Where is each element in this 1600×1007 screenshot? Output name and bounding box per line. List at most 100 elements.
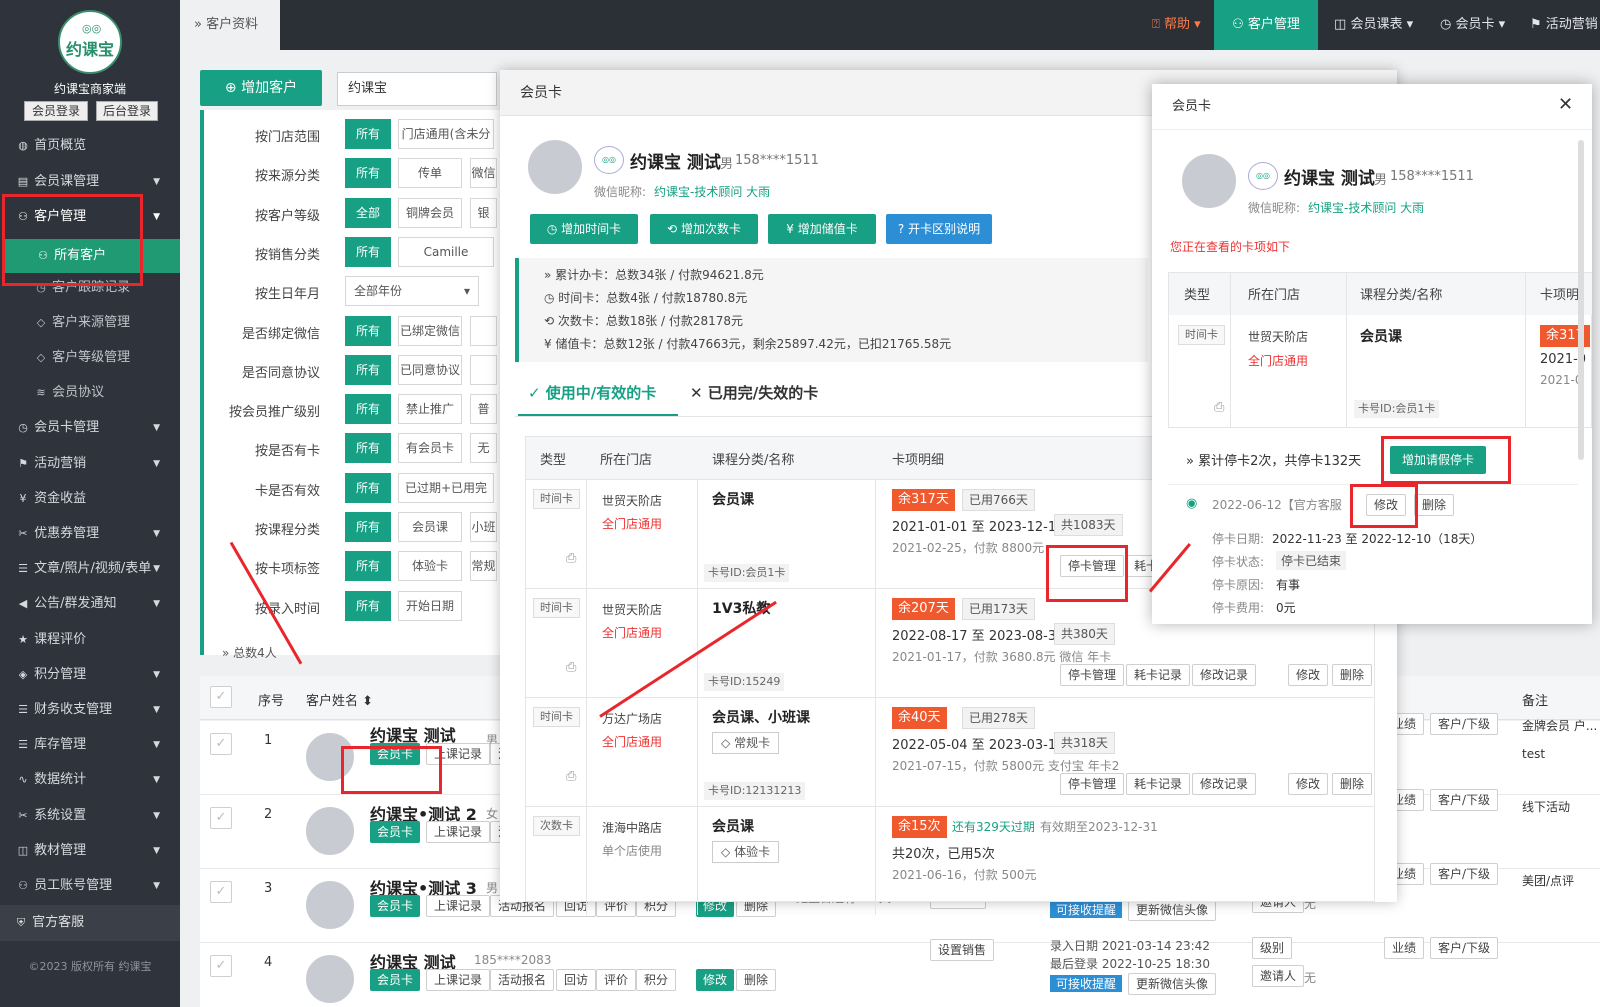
col-name[interactable]: 客户姓名 ⬍ [306, 690, 373, 709]
filter-option[interactable]: 有会员卡 [398, 433, 462, 464]
modal2-scrollbar[interactable] [1578, 140, 1584, 460]
card-action-1[interactable]: 耗卡记录 [1126, 773, 1191, 795]
filter-option[interactable]: 小班 [470, 512, 497, 542]
sidebar-item-20[interactable]: ◫ 教材管理 ▼ [0, 833, 180, 869]
row-action-1[interactable]: 上课记录 [426, 821, 491, 843]
customer-mgmt-menu[interactable]: ⚇ 客户管理 [1214, 0, 1318, 50]
sidebar-item-10[interactable]: ¥ 资金收益 [0, 481, 180, 517]
row-checkbox[interactable]: ✓ [210, 881, 232, 903]
filter-all-button[interactable]: 所有 [345, 512, 391, 542]
filter-option[interactable]: 已同意协议 [398, 354, 462, 385]
sidebar-item-official-support[interactable]: ⛨ 官方客服 [0, 905, 180, 941]
card-edit-button[interactable]: 修改 [1288, 664, 1329, 686]
card-action-1[interactable]: 耗卡记 [1126, 555, 1154, 577]
card-action-2[interactable]: 修改记录 [1192, 773, 1257, 795]
sidebar-item-18[interactable]: ∿ 数据统计 ▼ [0, 762, 180, 798]
add-count-card-button[interactable]: ⟲ 增加次数卡 [650, 214, 758, 244]
close-icon[interactable]: ✕ [1558, 94, 1573, 115]
card-delete-button[interactable]: 删除 [1332, 664, 1373, 686]
row-action-5[interactable]: 积分 [636, 969, 677, 991]
sidebar-item-13[interactable]: ◀ 公告/群发通知 ▼ [0, 586, 180, 622]
print-icon[interactable]: ⎙ [566, 551, 576, 566]
breadcrumb[interactable]: » 客户资料 [180, 0, 280, 50]
filter-option[interactable]: 微信 [470, 158, 497, 189]
row-checkbox[interactable]: ✓ [210, 807, 232, 829]
card-action-2[interactable]: 修改记录 [1192, 664, 1257, 686]
sidebar-item-19[interactable]: ✂ 系统设置 ▼ [0, 798, 180, 834]
sidebar-item-21[interactable]: ⚇ 员工账号管理 ▼ [0, 868, 180, 904]
stop-record-delete-button[interactable]: 删除 [1414, 494, 1455, 516]
card-edit-button[interactable]: 修改 [1288, 773, 1329, 795]
filter-option[interactable]: 已过期+已用完 [398, 472, 494, 503]
card-action-0[interactable]: 停卡管理 [1060, 664, 1125, 686]
record-radio[interactable]: ◉ [1186, 496, 1197, 511]
row-subordinate-button[interactable]: 客户/下级 [1430, 789, 1499, 811]
member-login-button[interactable]: 会员登录 [24, 101, 88, 121]
filter-option[interactable]: 体验卡 [398, 551, 462, 582]
search-input[interactable]: 约课宝 [337, 72, 497, 106]
filter-all-button[interactable]: 所有 [345, 551, 391, 582]
filter-all-button[interactable]: 全部 [345, 197, 391, 228]
row-set-sales-button[interactable]: 设置销售 [930, 939, 995, 961]
row-action-2[interactable]: 活动报名 [490, 969, 555, 991]
tab-active-cards[interactable]: ✓ 使用中/有效的卡 [518, 382, 678, 416]
row-action-3[interactable]: 回访 [556, 969, 597, 991]
filter-option[interactable] [470, 354, 497, 385]
filter-option[interactable]: 铜牌会员 [398, 197, 462, 228]
row-inviter[interactable]: 邀请人 [1252, 965, 1305, 987]
filter-option[interactable]: Camille [398, 236, 494, 267]
select-all-checkbox[interactable]: ✓ [210, 686, 232, 708]
row-update-avatar-button[interactable]: 更新微信头像 [1128, 973, 1217, 995]
filter-all-button[interactable]: 所有 [345, 236, 391, 267]
row-action-6[interactable]: 修改 [696, 969, 735, 991]
sidebar-item-0[interactable]: ◍ 首页概览 [0, 128, 180, 164]
print-icon[interactable]: ⎙ [1214, 400, 1224, 415]
sidebar-item-16[interactable]: ☰ 财务收支管理 ▼ [0, 692, 180, 728]
add-customer-button[interactable]: ⊕ 增加客户 [200, 70, 322, 106]
admin-login-button[interactable]: 后台登录 [96, 101, 158, 121]
filter-option[interactable]: 禁止推广 [398, 394, 462, 425]
row-checkbox[interactable]: ✓ [210, 733, 232, 755]
activity-menu[interactable]: ⚑ 活动营销 [1530, 0, 1598, 50]
filter-option[interactable]: 门店通用(含未分 [398, 119, 494, 149]
filter-option[interactable]: 普 [470, 394, 497, 425]
row-action-1[interactable]: 上课记录 [426, 895, 491, 917]
card-diff-help-button[interactable]: ? 开卡区别说明 [886, 214, 992, 244]
row-action-0[interactable]: 会员卡 [370, 969, 421, 991]
filter-all-button[interactable]: 所有 [345, 590, 391, 621]
filter-option[interactable]: 银 [470, 197, 497, 228]
sidebar-item-17[interactable]: ☰ 库存管理 ▼ [0, 727, 180, 763]
add-time-card-button[interactable]: ◷ 增加时间卡 [530, 214, 638, 244]
row-action-0[interactable]: 会员卡 [370, 821, 421, 843]
card-action-1[interactable]: 耗卡记录 [1126, 664, 1191, 686]
row-action-4[interactable]: 评价 [596, 969, 637, 991]
row-subordinate-button[interactable]: 客户/下级 [1430, 863, 1499, 885]
filter-all-button[interactable]: 所有 [345, 394, 391, 425]
tab-expired-cards[interactable]: ✕ 已用完/失效的卡 [690, 382, 850, 416]
sidebar-item-7[interactable]: ≋ 会员协议 [0, 375, 180, 411]
row-action-1[interactable]: 上课记录 [426, 969, 491, 991]
filter-all-button[interactable]: 所有 [345, 433, 391, 464]
add-value-card-button[interactable]: ¥ 增加储值卡 [768, 214, 876, 244]
filter-option[interactable]: 开始日期 [398, 590, 462, 621]
sidebar-item-11[interactable]: ✂ 优惠券管理 ▼ [0, 516, 180, 552]
card-delete-button[interactable]: 删除 [1332, 773, 1373, 795]
filter-option[interactable] [470, 315, 497, 346]
row-subordinate-button[interactable]: 客户/下级 [1430, 937, 1499, 959]
filter-option[interactable]: 已绑定微信 [398, 315, 462, 346]
row-action-0[interactable]: 会员卡 [370, 895, 421, 917]
filter-birthday-select[interactable]: 全部年份 ▾ [345, 276, 479, 307]
row-level[interactable]: 级别 [1252, 937, 1293, 959]
filter-option[interactable]: 会员课 [398, 512, 462, 542]
filter-option[interactable]: 传单 [398, 158, 462, 189]
filter-all-button[interactable]: 所有 [345, 354, 391, 385]
row-perf-button[interactable]: 业绩 [1384, 937, 1425, 959]
sidebar-item-5[interactable]: ◇ 客户来源管理 [0, 305, 180, 341]
row-subordinate-button[interactable]: 客户/下级 [1430, 713, 1499, 735]
print-icon[interactable]: ⎙ [566, 769, 576, 784]
member-schedule-menu[interactable]: ◫ 会员课表 ▾ [1334, 0, 1413, 50]
member-card-menu[interactable]: ◷ 会员卡 ▾ [1440, 0, 1505, 50]
filter-all-button[interactable]: 所有 [345, 119, 391, 149]
sidebar-item-12[interactable]: ☰ 文章/照片/视频/表单 ▼ [0, 551, 180, 587]
filter-all-button[interactable]: 所有 [345, 472, 391, 503]
